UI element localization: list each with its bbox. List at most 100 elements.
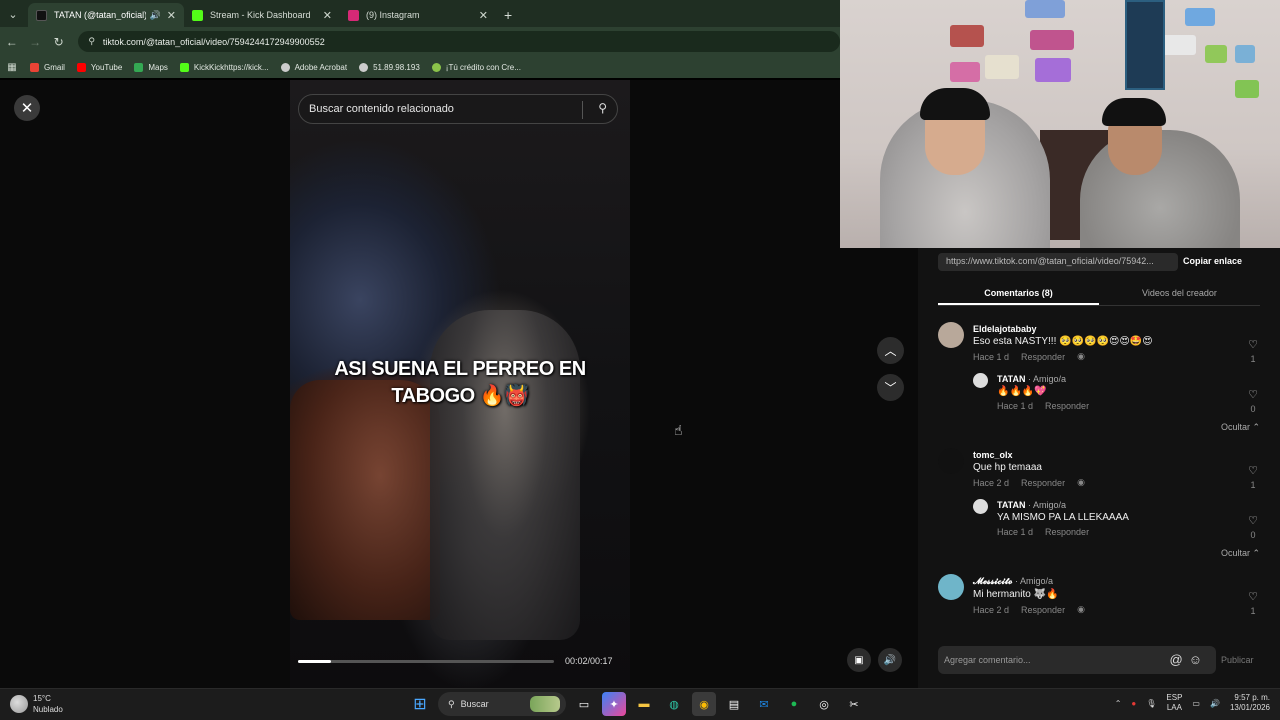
url-text: tiktok.com/@tatan_oficial/video/75942441… <box>102 36 325 47</box>
like-button[interactable]: ♡ 1 <box>1246 464 1260 490</box>
next-video-button[interactable]: ﹀ <box>877 374 904 401</box>
comment-username[interactable]: tomc_olx <box>973 450 1233 460</box>
tiktok-favicon-icon <box>36 9 47 21</box>
chrome-icon[interactable]: ◉ <box>692 692 716 716</box>
site-info-icon[interactable]: ⚲ <box>88 36 95 47</box>
tab-search-icon[interactable]: ⌄ <box>2 3 24 25</box>
comment-username[interactable]: Eldelajotababy <box>973 324 1233 334</box>
comment-username[interactable]: TATAN · Amigo/a <box>997 500 1227 510</box>
tab-kick[interactable]: Stream - Kick Dashboard ✕ <box>184 3 340 27</box>
reply-button[interactable]: Responder <box>1021 478 1065 488</box>
url-field[interactable]: ⚲ tiktok.com/@tatan_oficial/video/759424… <box>78 31 841 52</box>
progress-fill <box>298 660 332 663</box>
bookmark-gmail[interactable]: Gmail <box>30 62 65 72</box>
reply-button[interactable]: Responder <box>1021 605 1065 615</box>
microphone-icon[interactable]: 🎙 <box>1146 699 1156 708</box>
comment-meta: Hace 1 d Responder ◉ <box>973 351 1233 362</box>
like-button[interactable]: ♡ 1 <box>1246 338 1260 364</box>
username-text: 𝓜𝓮𝓼𝓼𝓲𝓬𝓲𝓽𝓸 <box>973 576 1013 586</box>
comment-username[interactable]: 𝓜𝓮𝓼𝓼𝓲𝓬𝓲𝓽𝓸 · Amigo/a <box>973 576 1233 587</box>
mention-icon[interactable]: @ <box>1170 652 1189 667</box>
file-explorer-icon[interactable]: ▬ <box>632 692 656 716</box>
copilot-icon[interactable]: ✦ <box>602 692 626 716</box>
like-button[interactable]: ♡ 0 <box>1246 388 1260 414</box>
reload-icon[interactable]: ↻ <box>47 35 70 49</box>
tray-app-icon[interactable]: ● <box>1131 699 1136 708</box>
store-icon[interactable]: ▤ <box>722 692 746 716</box>
video-progress-bar[interactable] <box>298 660 554 663</box>
bookmark-youtube[interactable]: YouTube <box>76 62 122 72</box>
comment-username[interactable]: TATAN · Amigo/a <box>997 374 1227 384</box>
youtube-icon <box>76 62 86 72</box>
speaker-icon[interactable]: 🔊 <box>1210 699 1220 708</box>
network-icon[interactable]: ▭ <box>1192 699 1200 708</box>
hide-replies-button[interactable]: Ocultar ⌃ <box>938 422 1260 446</box>
tab-creator-videos[interactable]: Videos del creador <box>1099 280 1260 305</box>
bookmark-credito[interactable]: ¡Tú crédito con Cre... <box>431 62 521 72</box>
lang-code: ESP <box>1166 693 1183 702</box>
bookmark-label: KickKickhttps://kick... <box>193 62 269 72</box>
tab-comments[interactable]: Comentarios (8) <box>938 280 1099 305</box>
comment-text: Mi hermanito 🐺🔥 <box>973 589 1059 600</box>
add-comment-input[interactable]: Agregar comentario... @☺ <box>938 646 1216 674</box>
video-link-field[interactable]: https://www.tiktok.com/@tatan_oficial/vi… <box>938 253 1178 271</box>
close-tab-icon[interactable]: ✕ <box>323 9 332 22</box>
reply-button[interactable]: Responder <box>1021 352 1065 362</box>
address-toolbar: ← → ↻ ⚲ tiktok.com/@tatan_oficial/video/… <box>0 27 841 56</box>
close-tab-icon[interactable]: ✕ <box>167 9 176 22</box>
previous-video-button[interactable]: ︿ <box>877 337 904 364</box>
windows-start-icon[interactable]: ⊞ <box>408 692 432 716</box>
comment-text: 🔥🔥🔥💖 <box>997 386 1047 397</box>
avatar[interactable] <box>973 373 988 388</box>
edge-icon[interactable]: ◍ <box>662 692 686 716</box>
spotify-icon[interactable]: ● <box>782 692 806 716</box>
related-search-input[interactable]: Buscar contenido relacionado ⚲ <box>298 94 618 124</box>
avatar[interactable] <box>938 448 964 474</box>
avatar[interactable] <box>938 322 964 348</box>
tray-overflow-icon[interactable]: ⌃ <box>1115 699 1122 708</box>
kick-favicon-icon <box>192 9 203 21</box>
volume-icon: 🔊 <box>883 654 897 666</box>
clock[interactable]: 9:57 p. m. 13/01/2026 <box>1230 693 1270 713</box>
task-view-icon[interactable]: ▭ <box>572 692 596 716</box>
reply-button[interactable]: Responder <box>1045 401 1089 411</box>
like-button[interactable]: ♡ 0 <box>1246 514 1260 540</box>
reply-button[interactable]: Responder <box>1045 527 1089 537</box>
taskbar-search[interactable]: ⚲ Buscar <box>438 692 566 716</box>
tab-instagram[interactable]: (9) Instagram ✕ <box>340 3 496 27</box>
outlook-icon[interactable]: ✉ <box>752 692 776 716</box>
apps-grid-icon[interactable]: ▦ <box>0 62 24 73</box>
hide-replies-button[interactable]: Ocultar ⌃ <box>938 548 1260 572</box>
forward-icon[interactable]: → <box>23 35 46 49</box>
bookmark-ip[interactable]: 51.89.98.193 <box>359 62 420 72</box>
avatar[interactable] <box>938 574 964 600</box>
publish-button[interactable]: Publicar <box>1221 655 1254 665</box>
back-icon[interactable]: ← <box>0 35 23 49</box>
like-button[interactable]: ♡ 1 <box>1246 590 1260 616</box>
search-icon: ⚲ <box>448 698 455 709</box>
comment-body: 𝓜𝓮𝓼𝓼𝓲𝓬𝓲𝓽𝓸 · Amigo/a Mi hermanito 🐺🔥 Hace… <box>973 576 1233 615</box>
floating-player-button[interactable]: ▣ <box>847 648 871 672</box>
caption-line: TABOGO 🔥👹 <box>391 385 529 407</box>
tab-tiktok[interactable]: TATAN (@tatan_oficial) | Ti 🔊 ✕ <box>28 3 184 27</box>
language-indicator[interactable]: ESP LAA <box>1166 693 1182 713</box>
bookmark-adobe[interactable]: Adobe Acrobat <box>280 62 347 72</box>
capcut-icon[interactable]: ✂ <box>842 692 866 716</box>
taskbar-search-label: Buscar <box>460 699 489 709</box>
avatar[interactable] <box>973 499 988 514</box>
comment-body: Eldelajotababy Eso esta NASTY!!! 🥺🥺🥺🥺😍😍🤩… <box>973 324 1233 362</box>
emoji-icon[interactable]: ☺ <box>1189 652 1208 667</box>
obs-icon[interactable]: ◎ <box>812 692 836 716</box>
speaker-icon[interactable]: 🔊 <box>150 10 161 21</box>
caption-line: ASI SUENA EL PERREO EN <box>334 358 586 380</box>
bookmark-kick[interactable]: KickKickhttps://kick... <box>179 62 269 72</box>
close-tab-icon[interactable]: ✕ <box>479 9 488 22</box>
weather-widget[interactable]: 15°C Nublado <box>10 693 63 715</box>
tab-title: (9) Instagram <box>366 10 420 20</box>
volume-button[interactable]: 🔊 <box>878 648 902 672</box>
bookmark-maps[interactable]: Maps <box>134 62 168 72</box>
new-tab-button[interactable]: + <box>504 7 512 23</box>
copy-link-button[interactable]: Copiar enlace <box>1183 256 1242 266</box>
search-icon[interactable]: ⚲ <box>598 101 607 115</box>
close-viewer-button[interactable]: ✕ <box>14 95 40 121</box>
